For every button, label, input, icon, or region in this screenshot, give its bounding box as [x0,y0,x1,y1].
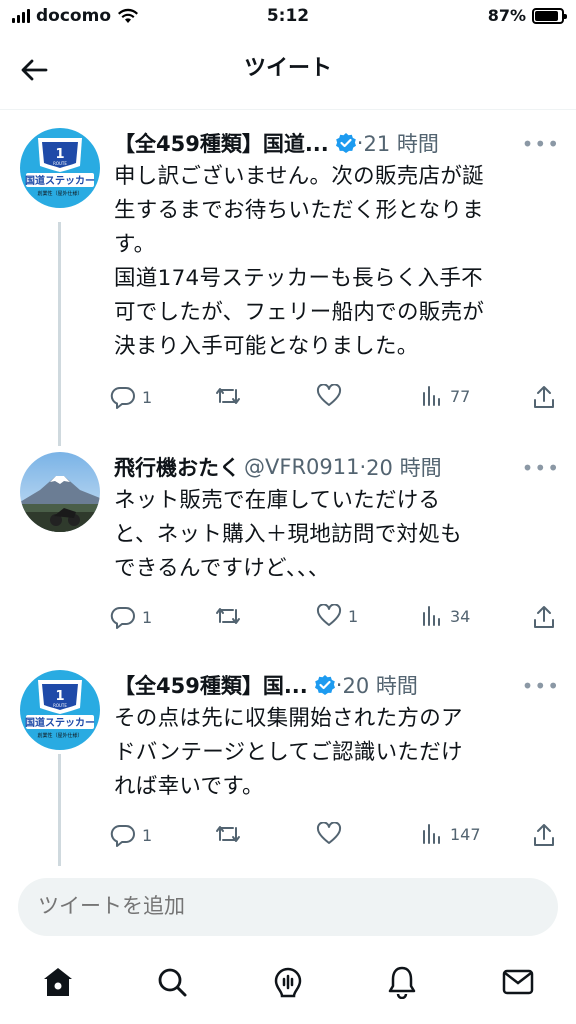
share-button[interactable] [532,604,556,630]
more-options-icon[interactable]: ••• [522,132,560,156]
messages-icon[interactable] [498,962,538,1002]
verified-badge-icon [314,675,335,695]
notifications-icon[interactable] [382,962,422,1002]
reply-button[interactable]: 1 [110,822,152,848]
mount-fuji-motorcycle-avatar[interactable] [20,452,100,532]
retweet-button[interactable] [214,604,248,628]
retweet-icon [214,604,242,628]
tweet-text: ネット販売で在庫していただける と、ネット購入＋現地訪問で対処も できるんですけ… [114,488,462,581]
share-button[interactable] [532,822,556,848]
like-count: 1 [348,606,359,626]
tweet-actions: 1 77 [110,384,560,414]
page-title: ツイート [243,56,332,81]
share-button[interactable] [532,384,556,410]
share-icon [532,604,556,630]
tweet-text: 申し訳ございません。次の販売店が誕 生するまでお待ちいただく形となりま す。 国… [114,164,485,359]
route-sticker-avatar[interactable]: 1 ROUTE 国道ステッカー創業性（屋外仕様） [20,670,100,750]
svg-text:1: 1 [55,689,64,704]
reply-input[interactable] [38,894,518,918]
search-icon[interactable] [152,962,192,1002]
tweet-text: その点は先に収集開始された方のア ドバンテージとしてご認識いただけ れば幸いです… [114,706,463,799]
reply-count: 1 [142,607,153,627]
home-icon[interactable] [38,962,78,1002]
like-button[interactable] [316,384,348,408]
reply-icon [110,384,136,410]
svg-text:国道ステッカー: 国道ステッカー [25,716,95,729]
share-icon [532,822,556,848]
navigation-header: ツイート [0,34,576,110]
tweet-timestamp[interactable]: 20 時間 [366,452,441,482]
views-count: 34 [450,606,471,626]
svg-text:創業性（屋外仕様）: 創業性（屋外仕様） [37,190,82,197]
heart-icon [316,384,342,408]
status-bar: docomo 5:12 87% [0,0,576,34]
svg-text:ROUTE: ROUTE [53,703,67,708]
battery-icon [532,7,567,24]
svg-text:創業性（屋外仕様）: 創業性（屋外仕様） [37,732,82,739]
reply-count: 1 [142,825,153,845]
like-button[interactable]: 1 [316,604,358,628]
verified-badge-icon [335,133,356,153]
spaces-icon[interactable] [268,962,308,1002]
heart-icon [316,604,342,628]
svg-text:国道ステッカー: 国道ステッカー [25,174,95,187]
author-name[interactable]: 【全459種類】国道... [114,128,329,158]
route-sticker-avatar[interactable]: 1 ROUTE 国道ステッカー創業性（屋外仕様） [20,128,100,208]
tweet-timestamp[interactable]: 20 時間 [342,670,417,700]
tweet-actions: 1 147 [110,822,560,852]
author-handle[interactable]: @VFR0911 [244,455,359,479]
views-icon [420,384,444,408]
tweet[interactable]: 1 ROUTE 国道ステッカー 創業性（屋外仕様） 【全459種類】国... · 20… [0,668,576,868]
views-count: 147 [450,824,481,844]
tweet[interactable]: 1 ROUTE 国道ステッカー 創業性（屋外仕様） 【全459種類】国道... · 2… [0,126,576,436]
views-icon [420,822,444,846]
svg-text:ROUTE: ROUTE [53,161,67,166]
reply-button[interactable]: 1 [110,604,152,630]
tweet-timestamp[interactable]: 21 時間 [363,128,438,158]
reply-icon [110,604,136,630]
tweet-actions: 1 1 34 [110,604,560,634]
like-button[interactable] [316,822,348,846]
tweet[interactable]: 飛行機おたく @VFR0911 · 20 時間 ••• ネット販売で在庫していた… [0,450,576,650]
reply-composer[interactable] [18,878,558,936]
views-count: 77 [450,386,471,406]
battery-percent: 87% [487,6,526,25]
views-button[interactable]: 77 [420,384,470,408]
retweet-button[interactable] [214,384,248,408]
reply-button[interactable]: 1 [110,384,152,410]
views-icon [420,604,444,628]
share-icon [532,384,556,410]
bottom-tab-bar [0,948,576,1024]
views-button[interactable]: 147 [420,822,481,846]
retweet-icon [214,384,242,408]
views-button[interactable]: 34 [420,604,470,628]
retweet-button[interactable] [214,822,248,846]
retweet-icon [214,822,242,846]
more-options-icon[interactable]: ••• [522,674,560,698]
author-name[interactable]: 【全459種類】国... [114,670,308,700]
author-name[interactable]: 飛行機おたく [114,452,240,482]
reply-count: 1 [142,387,153,407]
svg-text:1: 1 [55,147,64,162]
reply-icon [110,822,136,848]
heart-icon [316,822,342,846]
more-options-icon[interactable]: ••• [522,456,560,480]
